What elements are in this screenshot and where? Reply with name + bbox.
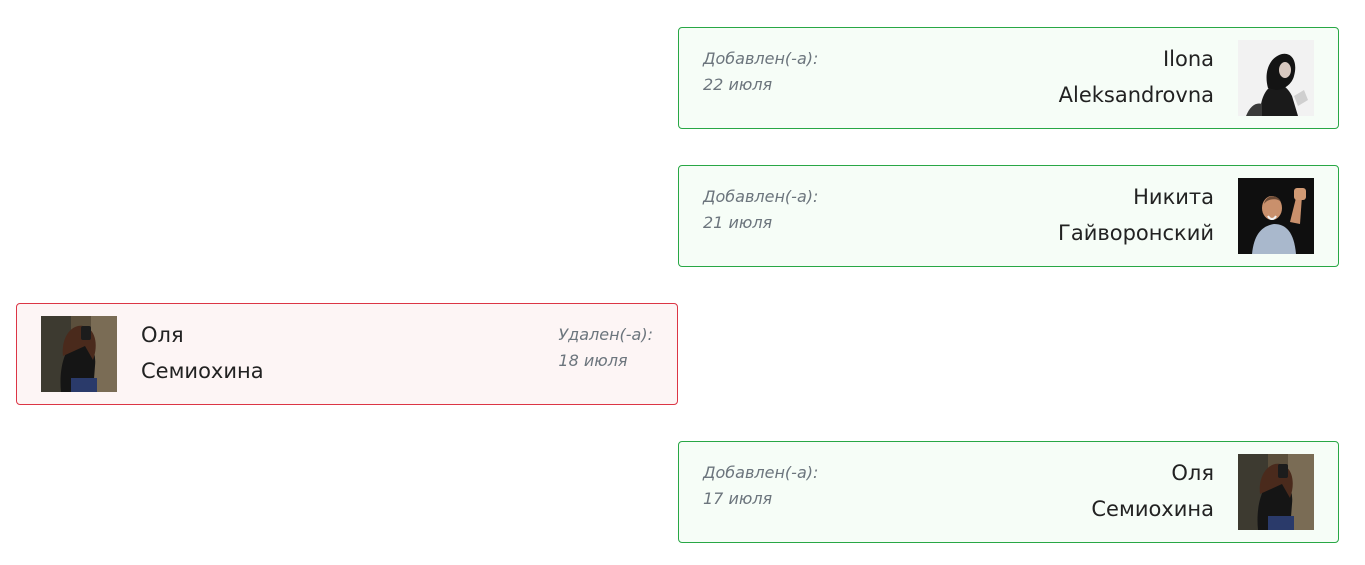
avatar[interactable] — [41, 316, 117, 392]
user-last-name: Семиохина — [1091, 497, 1214, 521]
user-first-name: Оля — [141, 323, 184, 347]
user-first-name: Оля — [1171, 461, 1214, 485]
user-last-name: Семиохина — [141, 359, 264, 383]
user-photo-icon — [1238, 40, 1314, 116]
user-photo-icon — [41, 316, 117, 392]
user-name-link[interactable]: Никита Гайворонский — [1058, 179, 1214, 251]
user-name-link[interactable]: Ilona Aleksandrovna — [1059, 41, 1214, 113]
activity-meta: Добавлен(-а): 17 июля — [703, 460, 818, 512]
avatar[interactable] — [1238, 178, 1314, 254]
user-photo-icon — [1238, 178, 1314, 254]
activity-meta: Добавлен(-а): 21 июля — [703, 184, 818, 236]
activity-meta: Удален(-а): 18 июля — [558, 322, 653, 374]
activity-date: 18 июля — [558, 351, 628, 370]
activity-label: Добавлен(-а): — [703, 463, 819, 482]
user-last-name: Aleksandrovna — [1058, 83, 1214, 107]
activity-date: 22 июля — [703, 75, 773, 94]
activity-date: 21 июля — [703, 213, 773, 232]
activity-label: Добавлен(-а): — [703, 187, 819, 206]
activity-card-removed: Оля Семиохина Удален(-а): 18 июля — [16, 303, 678, 405]
activity-label: Добавлен(-а): — [703, 49, 819, 68]
activity-date: 17 июля — [703, 489, 773, 508]
avatar[interactable] — [1238, 454, 1314, 530]
user-first-name: Ilona — [1162, 47, 1214, 71]
user-first-name: Никита — [1133, 185, 1214, 209]
avatar[interactable] — [1238, 40, 1314, 116]
user-name-link[interactable]: Оля Семиохина — [1091, 455, 1214, 527]
activity-card-added: Добавлен(-а): 17 июля Оля Семиохина — [678, 441, 1339, 543]
user-last-name: Гайворонский — [1058, 221, 1214, 245]
activity-label: Удален(-а): — [558, 325, 653, 344]
activity-card-added: Добавлен(-а): 21 июля Никита Гайворонски… — [678, 165, 1339, 267]
activity-meta: Добавлен(-а): 22 июля — [703, 46, 818, 98]
user-name-link[interactable]: Оля Семиохина — [141, 317, 264, 389]
user-photo-icon — [1238, 454, 1314, 530]
activity-card-added: Добавлен(-а): 22 июля Ilona Aleksandrovn… — [678, 27, 1339, 129]
